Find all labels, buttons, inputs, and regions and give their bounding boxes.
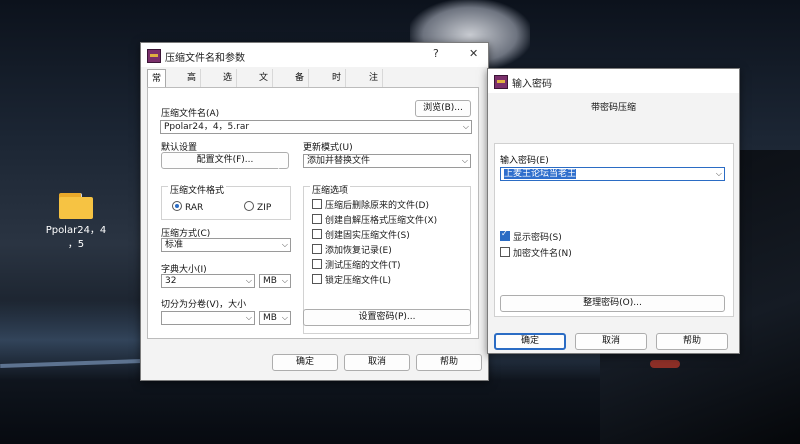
chevron-down-icon[interactable]: ⌵	[282, 312, 288, 324]
chevron-down-icon[interactable]: ⌵	[246, 312, 252, 324]
checkbox-icon	[312, 259, 322, 269]
option-lock[interactable]: 锁定压缩文件(L)	[312, 273, 391, 286]
dict-unit: MB	[263, 276, 277, 286]
archive-name-input[interactable]: Ppolar24，4，5.rar ⌵	[160, 120, 472, 134]
format-rar-label: RAR	[185, 203, 204, 213]
browse-button[interactable]: 浏览(B)...	[415, 100, 471, 117]
tab-comment[interactable]: 注释	[365, 69, 384, 101]
option-recovery[interactable]: 添加恢复记录(E)	[312, 243, 392, 256]
checkbox-checked-icon	[500, 229, 510, 241]
option-sfx[interactable]: 创建自解压格式压缩文件(X)	[312, 213, 437, 226]
option-test[interactable]: 测试压缩的文件(T)	[312, 258, 401, 271]
close-icon[interactable]: ✕	[469, 47, 478, 60]
chevron-down-icon[interactable]: ⌵	[246, 275, 252, 287]
password-dialog: 输入密码 带密码压缩 输入密码(E) 上麦王论坛当老王 ⌵ 显示密码(S) 加密…	[487, 68, 740, 354]
chevron-down-icon[interactable]: ⌵	[282, 275, 288, 287]
background-red-glint	[650, 360, 680, 368]
format-zip-radio[interactable]: ZIP	[244, 201, 271, 213]
option-delete-after[interactable]: 压缩后删除原来的文件(D)	[312, 198, 429, 211]
tab-advanced[interactable]: 高级	[183, 69, 202, 101]
radio-off-icon	[244, 201, 254, 211]
archive-name-value: Ppolar24，4，5.rar	[164, 122, 250, 132]
tab-files[interactable]: 文件	[255, 69, 274, 101]
radio-on-icon	[172, 201, 182, 211]
archive-dialog-title: 压缩文件名和参数	[165, 53, 245, 64]
checkbox-icon	[500, 247, 510, 257]
password-dialog-titlebar[interactable]: 输入密码	[488, 69, 739, 93]
encrypt-names-checkbox[interactable]: 加密文件名(N)	[500, 246, 572, 259]
password-input[interactable]: 上麦王论坛当老王 ⌵	[500, 167, 725, 181]
format-label: 压缩文件格式	[168, 183, 227, 196]
update-mode-value: 添加并替换文件	[307, 156, 371, 166]
help-icon[interactable]: ?	[433, 47, 439, 60]
tab-options[interactable]: 选项	[219, 69, 238, 101]
method-select[interactable]: 标准 ⌵	[161, 238, 291, 252]
options-label: 压缩选项	[310, 183, 351, 196]
archive-help-button[interactable]: 帮助	[416, 354, 482, 371]
password-value: 上麦王论坛当老王	[504, 169, 577, 179]
method-value: 标准	[165, 240, 184, 250]
chevron-down-icon[interactable]: ⌵	[282, 239, 288, 251]
update-mode-label: 更新模式(U)	[303, 143, 353, 153]
format-group: 压缩文件格式 RAR ZIP	[161, 183, 291, 220]
password-panel: 输入密码(E) 上麦王论坛当老王 ⌵ 显示密码(S) 加密文件名(N) 整理密码…	[494, 143, 734, 317]
password-cancel-button[interactable]: 取消	[575, 333, 647, 350]
password-dialog-header: 带密码压缩	[590, 103, 636, 113]
show-password-checkbox[interactable]: 显示密码(S)	[500, 229, 562, 243]
desktop-file-label-line1: Ppolar24，4	[45, 225, 107, 236]
split-unit: MB	[263, 313, 277, 323]
password-ok-button[interactable]: 确定	[494, 333, 566, 350]
general-panel: 压缩文件名(A) 浏览(B)... Ppolar24，4，5.rar ⌵ 默认设…	[147, 87, 479, 339]
archive-cancel-button[interactable]: 取消	[344, 354, 410, 371]
dict-select[interactable]: 32 ⌵	[161, 274, 255, 288]
organize-passwords-button[interactable]: 整理密码(O)...	[500, 295, 725, 312]
split-unit-select[interactable]: MB ⌵	[259, 311, 291, 325]
option-solid[interactable]: 创建固实压缩文件(S)	[312, 228, 410, 241]
checkbox-icon	[312, 229, 322, 239]
tab-general[interactable]: 常规	[147, 69, 167, 102]
chevron-down-icon[interactable]: ⌵	[716, 168, 722, 180]
tab-backup[interactable]: 备份	[291, 69, 310, 101]
split-label: 切分为分卷(V)，大小	[161, 300, 247, 310]
password-help-button[interactable]: 帮助	[656, 333, 728, 350]
dict-unit-select[interactable]: MB ⌵	[259, 274, 291, 288]
archive-dialog: 压缩文件名和参数 ? ✕ 常规 高级 选项 文件 备份 时间 注释 压缩文件名(…	[140, 42, 489, 381]
checkbox-icon	[312, 214, 322, 224]
password-dialog-title: 输入密码	[512, 79, 552, 90]
archive-name-label: 压缩文件名(A)	[161, 109, 220, 119]
profiles-button[interactable]: 配置文件(F)...	[161, 152, 289, 169]
winrar-icon	[147, 49, 161, 63]
checkbox-icon	[312, 199, 322, 209]
winrar-icon	[494, 75, 508, 89]
archive-ok-button[interactable]: 确定	[272, 354, 338, 371]
desktop-file-icon[interactable]: Ppolar24，4 ，5	[40, 193, 112, 252]
chevron-down-icon[interactable]: ⌵	[462, 155, 468, 167]
update-mode-select[interactable]: 添加并替换文件 ⌵	[303, 154, 471, 168]
desktop-file-label-line2: ，5	[67, 239, 85, 250]
set-password-button[interactable]: 设置密码(P)...	[303, 309, 471, 326]
checkbox-icon	[312, 274, 322, 284]
format-rar-radio[interactable]: RAR	[172, 201, 203, 213]
password-label: 输入密码(E)	[500, 156, 549, 166]
format-zip-label: ZIP	[257, 203, 272, 213]
archive-dialog-titlebar[interactable]: 压缩文件名和参数 ? ✕	[141, 43, 488, 67]
checkbox-icon	[312, 244, 322, 254]
split-input[interactable]: ⌵	[161, 311, 255, 325]
chevron-down-icon[interactable]: ⌵	[463, 121, 469, 133]
folder-icon	[59, 193, 93, 219]
dict-value: 32	[165, 276, 177, 286]
tab-time[interactable]: 时间	[328, 69, 347, 101]
